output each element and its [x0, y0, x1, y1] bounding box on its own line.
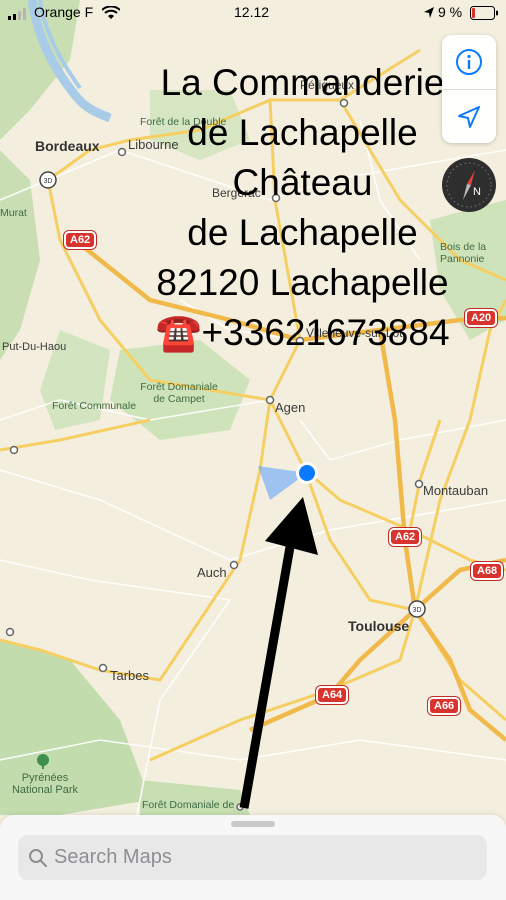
cellular-signal-icon	[8, 8, 26, 20]
overlay-line: de Lachapelle	[187, 212, 418, 253]
road-shield: A68	[471, 562, 504, 580]
place-label: Agen	[275, 400, 306, 415]
svg-text:3D: 3D	[44, 178, 53, 185]
park-label: Pyrénées National Park	[11, 772, 79, 796]
clock: 12.12	[234, 4, 270, 20]
overlay-line: La Commanderie	[160, 62, 445, 103]
place-label: Montauban	[423, 483, 489, 498]
overlay-line: de Lachapelle	[187, 112, 418, 153]
search-input[interactable]	[54, 846, 454, 869]
overlay-line: Château	[232, 162, 373, 203]
location-arrow-icon	[458, 106, 480, 128]
road-shield: A64	[316, 686, 349, 704]
forest-label: Forêt Communale	[52, 400, 137, 412]
sheet-grabber[interactable]	[231, 821, 275, 827]
status-bar: Orange F 12.12 9 %	[0, 0, 506, 26]
wifi-icon	[102, 6, 120, 19]
carrier-label: Orange F	[34, 4, 94, 20]
compass-icon: N	[446, 162, 492, 208]
compass-button[interactable]: N	[442, 158, 496, 212]
battery-percent: 9 %	[438, 4, 463, 20]
svg-text:N: N	[473, 186, 481, 198]
track-location-button[interactable]	[442, 90, 496, 144]
road-shield: A62	[64, 231, 97, 249]
overlay-line: 82120 Lachapelle	[156, 262, 449, 303]
bottom-sheet[interactable]	[0, 815, 506, 900]
place-label: Tarbes	[110, 668, 150, 683]
info-button[interactable]	[442, 35, 496, 89]
place-label: Murat	[0, 207, 27, 219]
overlay-phone: ☎️+33621673884	[155, 312, 450, 353]
place-label: Put-Du-Haou	[2, 341, 67, 353]
forest-label: Forêt Domaniale de Campet	[140, 381, 218, 405]
search-icon	[29, 848, 48, 867]
road-shield: A62	[389, 528, 422, 546]
battery-icon	[470, 6, 498, 20]
address-overlay: La Commanderie de Lachapelle Château de …	[125, 58, 480, 358]
location-services-icon	[424, 7, 434, 18]
svg-text:3D: 3D	[413, 607, 422, 614]
place-label: Auch	[197, 565, 227, 580]
map-controls	[442, 35, 496, 143]
info-icon	[456, 49, 482, 75]
road-shield: A66	[428, 697, 461, 715]
search-bar[interactable]	[18, 835, 487, 880]
forest-label: Forêt Domaniale de	[142, 799, 235, 811]
place-label: Bordeaux	[35, 138, 100, 154]
place-label: Toulouse	[348, 618, 410, 634]
